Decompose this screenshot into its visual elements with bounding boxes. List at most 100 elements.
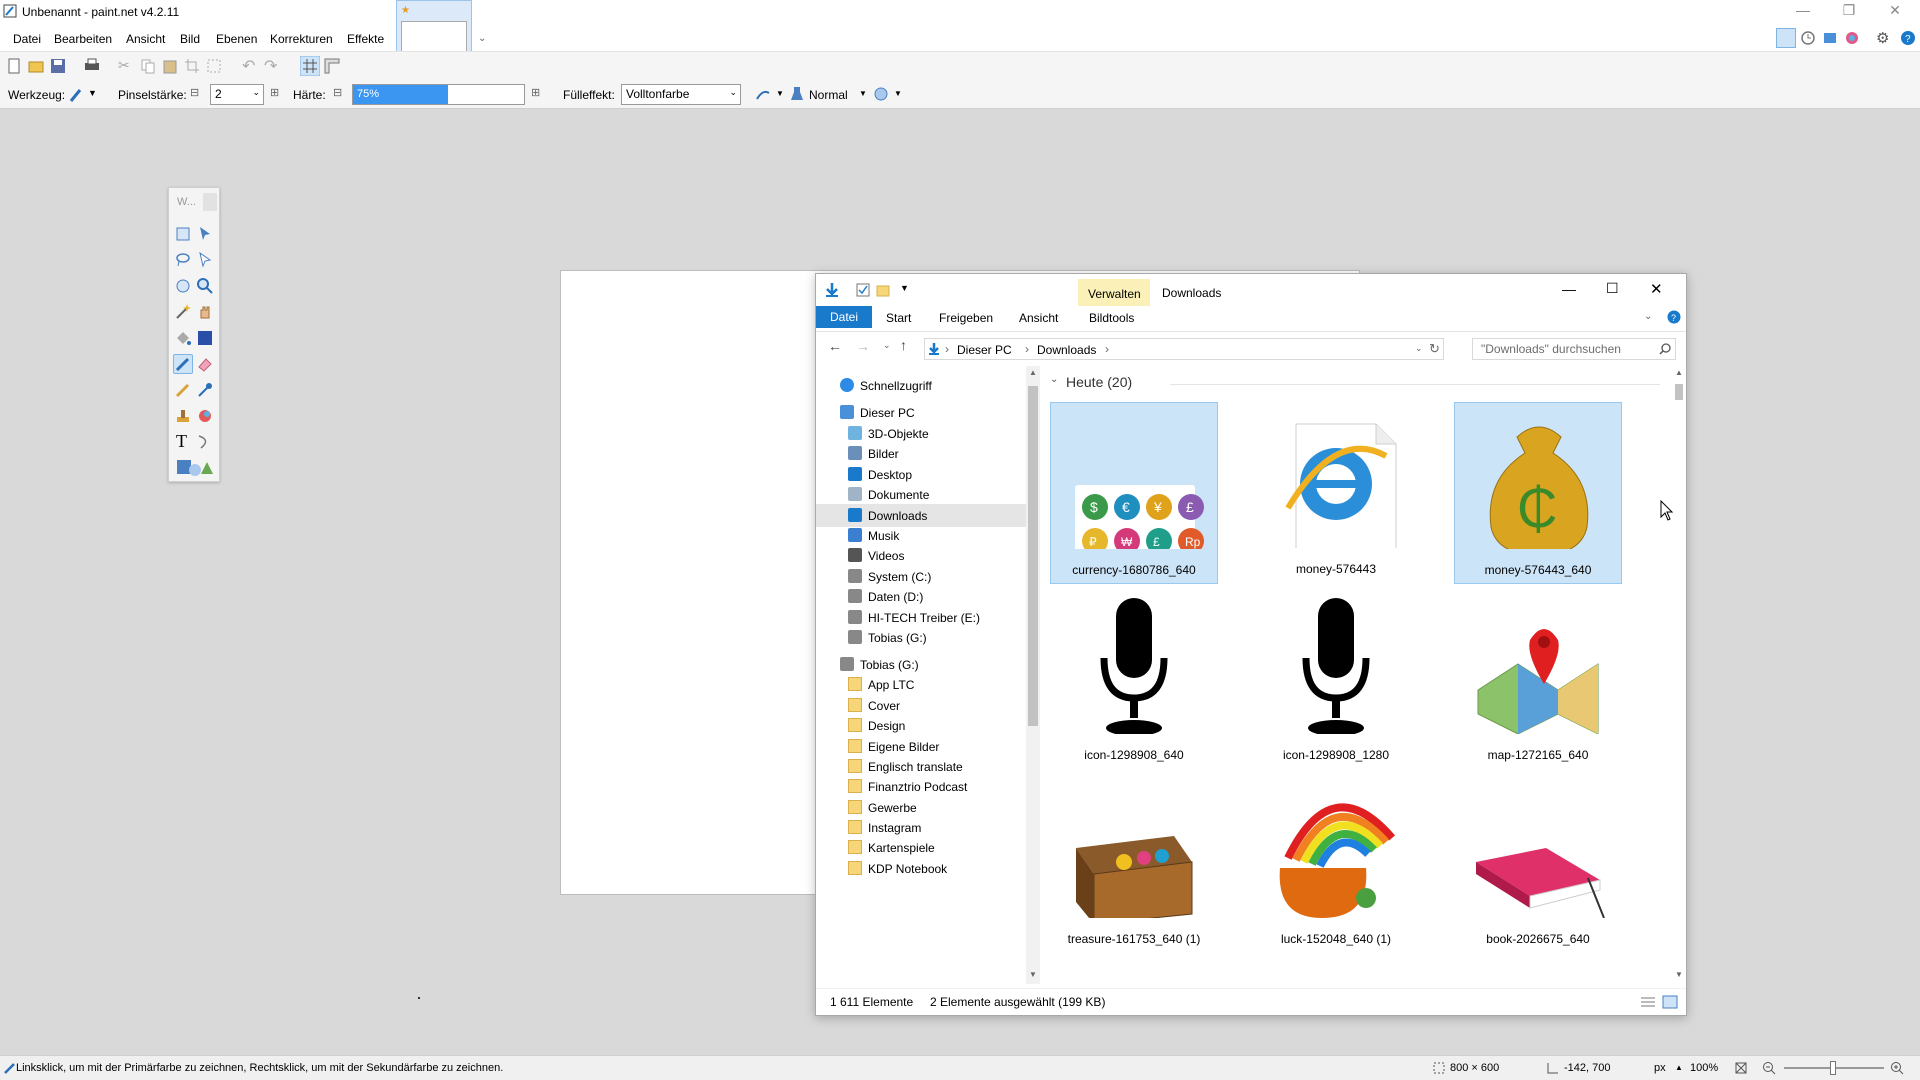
paintbrush-icon[interactable]	[68, 87, 84, 103]
zoom-to-window-icon[interactable]	[1734, 1061, 1748, 1075]
properties-icon[interactable]	[856, 283, 870, 297]
explorer-minimize-button[interactable]: —	[1562, 281, 1576, 297]
nav-item[interactable]: Videos	[816, 544, 1026, 567]
scroll-up-icon[interactable]: ▲	[1029, 368, 1037, 377]
file-item[interactable]: luck-152048_640 (1)	[1252, 772, 1420, 954]
zoom-slider-thumb[interactable]	[1830, 1061, 1836, 1075]
text-icon[interactable]: T	[173, 431, 193, 452]
menu-effekte[interactable]: Effekte	[347, 32, 384, 46]
help-icon[interactable]: ?	[1900, 30, 1916, 46]
nav-item[interactable]: App LTC	[816, 673, 1026, 696]
scroll-down-icon[interactable]: ▼	[1029, 970, 1037, 979]
size-increase-button[interactable]: ⊞	[270, 86, 279, 99]
explorer-help-icon[interactable]: ?	[1667, 310, 1681, 324]
ribbon-expand-icon[interactable]: ⌄	[1644, 311, 1652, 322]
move-selection-icon[interactable]	[195, 250, 215, 270]
nav-item[interactable]: Finanztrio Podcast	[816, 775, 1026, 798]
file-item[interactable]: map-1272165_640	[1454, 588, 1622, 770]
tools-window[interactable]: W... T	[168, 187, 220, 482]
layers-icon[interactable]	[1822, 30, 1838, 46]
menu-bearbeiten[interactable]: Bearbeiten	[54, 32, 112, 46]
breadcrumb-downloads[interactable]: Downloads	[1037, 343, 1096, 357]
up-arrow-icon[interactable]: ↑	[900, 337, 907, 353]
close-button[interactable]: ✕	[1880, 2, 1910, 22]
nav-item[interactable]: Kartenspiele	[816, 836, 1026, 859]
ribbon-tab-freigeben[interactable]: Freigeben	[939, 311, 993, 325]
recent-locations-icon[interactable]: ⌄	[883, 340, 891, 351]
size-decrease-button[interactable]: ⊟	[190, 86, 199, 99]
gradient-icon[interactable]	[195, 328, 215, 348]
ribbon-tab-start[interactable]: Start	[886, 311, 911, 325]
quick-access-dropdown-icon[interactable]: ▼	[900, 283, 909, 293]
zoom-icon[interactable]	[195, 276, 215, 296]
restore-button[interactable]: ❐	[1834, 2, 1864, 22]
clone-stamp-icon[interactable]	[173, 406, 193, 426]
details-view-icon[interactable]	[1640, 995, 1656, 1009]
undo-icon[interactable]: ↶	[242, 56, 255, 76]
file-item[interactable]: icon-1298908_1280	[1252, 588, 1420, 770]
rectangle-select-icon[interactable]	[173, 224, 193, 244]
minimize-button[interactable]: —	[1788, 2, 1818, 22]
blend-mode-dropdown-icon[interactable]: ▼	[859, 89, 867, 98]
ribbon-tab-bildtools[interactable]: Bildtools	[1089, 311, 1134, 325]
forward-arrow-icon[interactable]: →	[856, 338, 870, 354]
address-bar[interactable]: › Dieser PC › Downloads › ⌄ ↻	[924, 338, 1444, 360]
lasso-select-icon[interactable]	[173, 250, 193, 270]
ellipse-select-icon[interactable]	[173, 276, 193, 296]
file-item[interactable]: $ € ¥ £ ₽ ₩ £ Rp currency-1680786_640	[1050, 402, 1218, 584]
hardness-slider[interactable]: 75%	[352, 84, 525, 105]
pencil-icon[interactable]	[173, 380, 193, 400]
large-icons-view-icon[interactable]	[1662, 995, 1678, 1009]
fill-mode-select[interactable]: Volltonfarbe ⌄	[621, 84, 741, 105]
breadcrumb-dieser-pc[interactable]: Dieser PC	[957, 343, 1012, 357]
color-picker-icon[interactable]	[195, 380, 215, 400]
antialiasing-dropdown-icon[interactable]: ▼	[776, 89, 784, 98]
unit-dropdown-icon[interactable]: ▲	[1675, 1063, 1683, 1072]
brush-size-dropdown-icon[interactable]: ⌄	[252, 87, 260, 98]
eraser-icon[interactable]	[195, 354, 215, 374]
tools-window-close-icon[interactable]	[203, 193, 217, 211]
fill-mode-dropdown-icon[interactable]: ⌄	[729, 87, 737, 98]
paintbrush-tool-icon[interactable]	[173, 354, 193, 374]
nav-item[interactable]: Design	[816, 714, 1026, 737]
nav-item[interactable]: Daten (D:)	[816, 585, 1026, 608]
move-selected-icon[interactable]	[195, 224, 215, 244]
brush-size-field[interactable]: 2 ⌄	[210, 84, 264, 105]
menu-ansicht[interactable]: Ansicht	[126, 32, 165, 46]
tool-dropdown-icon[interactable]: ▼	[88, 88, 97, 98]
nav-item[interactable]: Schnellzugriff	[816, 374, 1026, 397]
file-list[interactable]: ⌄ Heute (20) $ € ¥ £ ₽ ₩ £ Rp currency-1680786_6…	[1042, 366, 1670, 984]
tools-toggle-icon[interactable]	[1776, 28, 1796, 48]
scroll-up-icon[interactable]: ▲	[1675, 368, 1683, 377]
scroll-down-icon[interactable]: ▼	[1675, 970, 1683, 979]
menu-ebenen[interactable]: Ebenen	[216, 32, 257, 46]
menu-korrekturen[interactable]: Korrekturen	[270, 32, 333, 46]
nav-item[interactable]: Dokumente	[816, 483, 1026, 506]
navigation-scroll-thumb[interactable]	[1028, 386, 1038, 726]
ruler-icon[interactable]	[324, 58, 340, 74]
antialiasing-icon[interactable]	[755, 87, 771, 103]
grid-icon[interactable]	[300, 56, 320, 76]
paste-icon[interactable]	[162, 58, 178, 74]
file-item[interactable]: book-2026675_640	[1454, 772, 1622, 954]
refresh-icon[interactable]: ↻	[1429, 341, 1440, 357]
alpha-mode-dropdown-icon[interactable]: ▼	[894, 89, 902, 98]
menu-datei[interactable]: Datei	[13, 32, 41, 46]
hardness-decrease-button[interactable]: ⊟	[333, 86, 342, 99]
file-item[interactable]: icon-1298908_640	[1050, 588, 1218, 770]
magic-wand-icon[interactable]	[173, 302, 193, 322]
hardness-increase-button[interactable]: ⊞	[531, 86, 540, 99]
copy-icon[interactable]	[140, 58, 156, 74]
alpha-mode-icon[interactable]	[873, 86, 889, 102]
zoom-out-icon[interactable]	[1762, 1061, 1776, 1075]
cut-icon[interactable]: ✂	[118, 57, 130, 74]
open-folder-icon[interactable]	[28, 58, 44, 74]
file-item[interactable]: ₵ money-576443_640	[1454, 402, 1622, 584]
pan-hand-icon[interactable]	[195, 302, 215, 322]
explorer-maximize-button[interactable]: ☐	[1606, 280, 1619, 297]
redo-icon[interactable]: ↷	[264, 56, 277, 76]
zoom-level[interactable]: 100%	[1690, 1062, 1718, 1074]
paint-bucket-icon[interactable]	[173, 328, 193, 348]
nav-item[interactable]: Tobias (G:)	[816, 626, 1026, 649]
navigation-pane[interactable]: Schnellzugriff Dieser PC 3D-Objekte Bilder D…	[816, 366, 1041, 984]
